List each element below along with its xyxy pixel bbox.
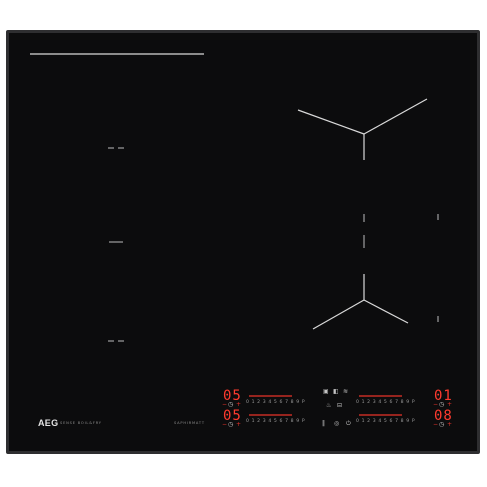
timer-icon[interactable]: ◷ <box>439 421 444 428</box>
plus-top-right[interactable]: + <box>447 401 452 408</box>
timer-icon[interactable]: ◷ <box>228 401 233 408</box>
minus-top-right[interactable]: − <box>433 401 438 408</box>
timer-icon[interactable]: ◷ <box>228 421 233 428</box>
minus-bottom-right[interactable]: − <box>433 421 438 428</box>
cooking-zone-markings <box>30 53 439 416</box>
power-scale-bottom-left[interactable]: 0 1 2 3 4 5 6 7 8 9 P <box>246 419 305 425</box>
zone-y-line <box>297 109 365 135</box>
zone-y-line <box>363 299 409 324</box>
minus-top-left[interactable]: − <box>222 401 227 408</box>
boost-icon[interactable]: ≋ <box>343 388 348 395</box>
power-icon[interactable]: ⏻ <box>346 420 351 427</box>
power-scale-bottom-right[interactable]: 0 1 2 3 4 5 6 7 8 9 P <box>356 419 415 425</box>
power-scale-top-right[interactable]: 0 1 2 3 4 5 6 7 8 9 P <box>356 400 415 406</box>
power-scale-top-left[interactable]: 0 1 2 3 4 5 6 7 8 9 P <box>246 400 305 406</box>
bridge-icon[interactable]: ▣ <box>323 388 329 395</box>
zone-y-line <box>363 98 428 135</box>
induction-hob: 05 05 01 08 − ◷ + − ◷ + − ◷ + − ◷ + 0 1 … <box>0 0 487 487</box>
timer-icon[interactable]: ◷ <box>439 401 444 408</box>
brand-logo: AEG <box>38 418 59 428</box>
plus-bottom-right[interactable]: + <box>447 421 452 428</box>
lock-icon[interactable]: ⊟ <box>337 402 342 409</box>
plus-bottom-left[interactable]: + <box>236 421 241 428</box>
plus-top-left[interactable]: + <box>236 401 241 408</box>
fry-icon[interactable]: ♨ <box>326 402 331 409</box>
series-label: SENSE BOIL&FRY <box>60 421 102 425</box>
sensor-icon[interactable]: ◎ <box>334 420 339 427</box>
hob-to-hood-icon[interactable]: ◧ <box>333 388 339 395</box>
zone-y-line <box>312 299 365 330</box>
minus-bottom-left[interactable]: − <box>222 421 227 428</box>
model-label: SAPHIRMATT <box>174 421 205 425</box>
pause-icon[interactable]: ‖ <box>322 420 325 427</box>
